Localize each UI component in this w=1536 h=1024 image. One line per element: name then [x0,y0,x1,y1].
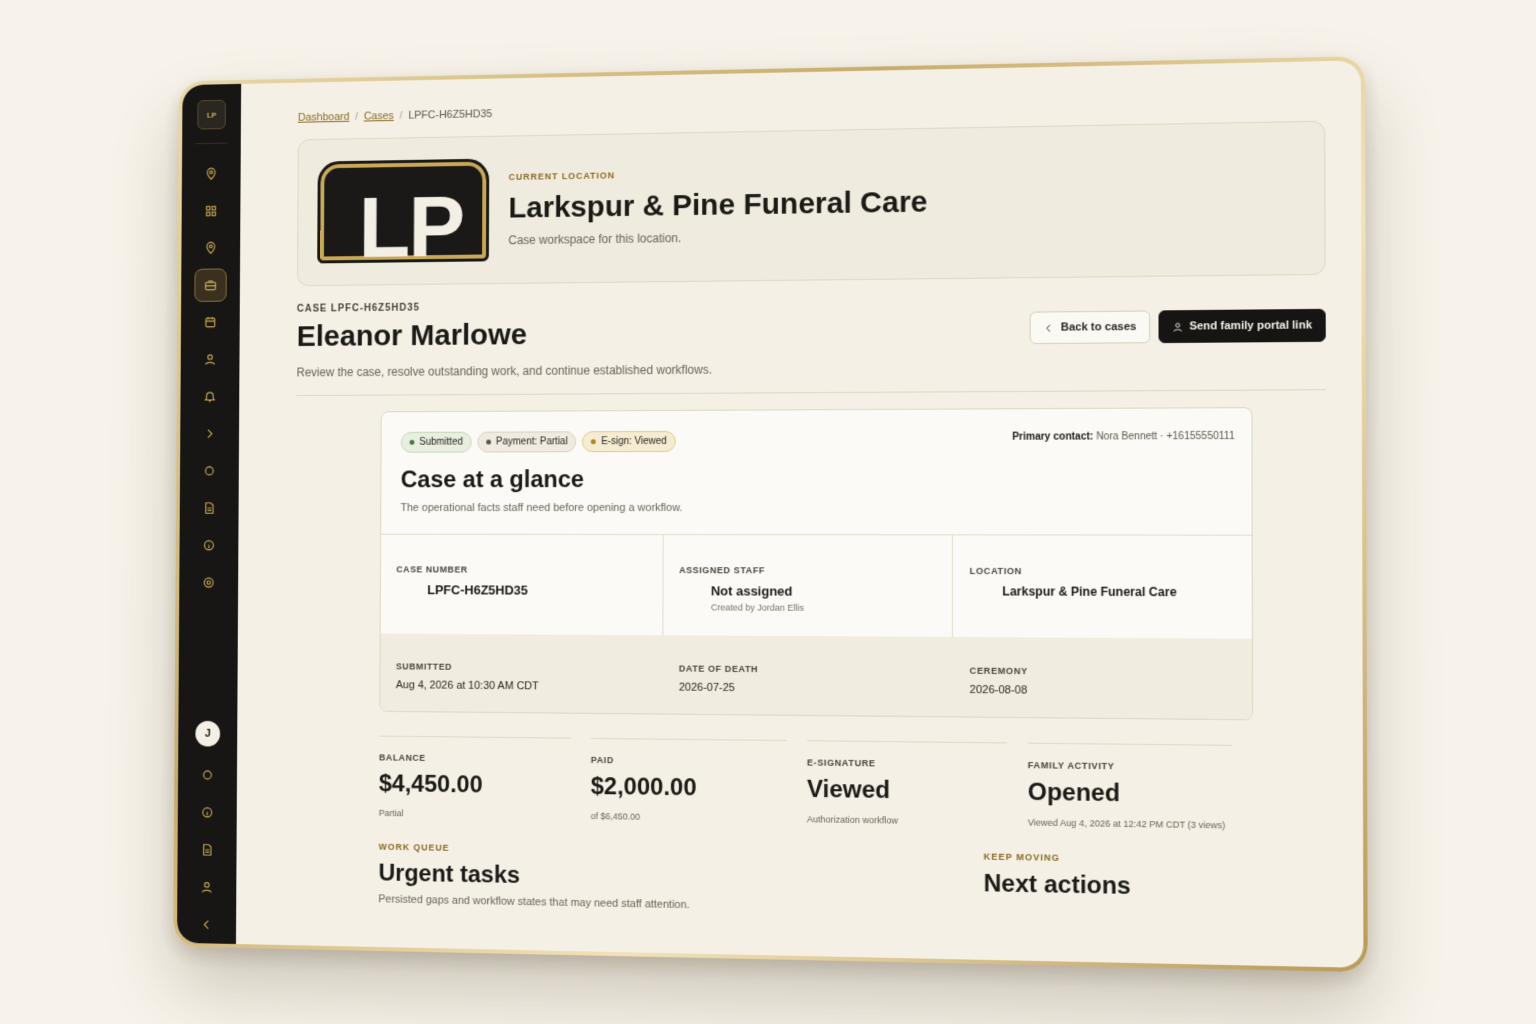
location-card: LP CURRENT LOCATION Larkspur & Pine Fune… [297,120,1326,287]
fact-case-number: CASE NUMBER LPFC-H6Z5HD35 [380,534,664,636]
user-icon[interactable] [191,870,224,904]
date-of-death: DATE OF DEATH 2026-07-25 [678,663,759,695]
breadcrumb: Dashboard / Cases / LPFC-H6Z5HD35 [298,92,1325,124]
case-header: CASE LPFC-H6Z5HD35 Eleanor Marlowe Revie… [296,293,1326,397]
breadcrumb-separator: / [399,109,403,122]
chevron-left-icon[interactable] [190,908,223,942]
date-ceremony: CEREMONY 2026-08-08 [969,665,1028,697]
location-name: Larkspur & Pine Funeral Care [508,185,928,225]
breadcrumb-current: LPFC-H6Z5HD35 [408,108,493,122]
user-icon [1172,321,1183,332]
case-description: Review the case, resolve outstanding wor… [296,362,712,380]
briefcase-icon[interactable] [194,268,227,302]
app-logo[interactable]: LP [197,99,226,130]
user-icon[interactable] [194,343,226,376]
chevron-left-icon [1043,322,1054,333]
breadcrumb-cases[interactable]: Cases [364,110,394,122]
send-family-portal-link-button[interactable]: Send family portal link [1158,308,1326,344]
location-eyebrow: CURRENT LOCATION [508,170,616,182]
financial-stats: BALANCE $4,450.00 Partial PAID $2,000.00… [378,735,1254,831]
stat-family-activity: FAMILY ACTIVITY Opened Viewed Aug 4, 202… [1027,742,1233,831]
page-title: Eleanor Marlowe [296,318,528,353]
circle-icon[interactable] [191,758,224,792]
work-queue-section: WORK QUEUE Urgent tasks Persisted gaps a… [378,841,690,912]
date-submitted: SUBMITTED Aug 4, 2026 at 10:30 AM CDT [395,661,539,693]
glance-title: Case at a glance [400,466,585,494]
dashboard-grid-icon[interactable] [195,194,227,228]
send-family-portal-link-label: Send family portal link [1189,319,1313,333]
bell-icon[interactable] [194,380,226,413]
chevron-right-icon[interactable] [193,417,225,450]
info-icon[interactable] [191,795,224,829]
next-actions-section: KEEP MOVING Next actions [984,851,1254,922]
breadcrumb-separator: / [355,110,359,123]
location-logo-letters: LP [358,176,464,264]
stat-paid: PAID $2,000.00 of $6,450.00 [590,737,787,824]
case-facts: CASE NUMBER LPFC-H6Z5HD35 ASSIGNED STAFF… [380,533,1252,639]
glance-subtitle: The operational facts staff need before … [400,501,683,515]
info-icon[interactable] [193,529,225,562]
status-badge-submitted: Submitted [400,431,472,453]
case-actions: Back to cases Send family portal link [1029,308,1326,345]
calendar-icon[interactable] [194,306,226,339]
location-logo: LP [317,158,490,264]
tablet-frame: LP J Dashboard / Cases / LPFC-H6Z5HD35 L… [173,56,1368,973]
back-to-cases-button[interactable]: Back to cases [1029,310,1150,345]
bottom-sections: WORK QUEUE Urgent tasks Persisted gaps a… [378,842,1253,922]
status-badge-esign: E-sign: Viewed [582,430,676,453]
location-subtitle: Case workspace for this location. [508,231,682,248]
primary-contact: Primary contact: Nora Bennett · +1615555… [1012,430,1235,443]
stat-balance: BALANCE $4,450.00 Partial [378,735,572,821]
case-dates: SUBMITTED Aug 4, 2026 at 10:30 AM CDT DA… [380,633,1252,720]
work-queue-title: Urgent tasks [378,859,521,889]
stat-esignature: E-SIGNATURE Viewed Authorization workflo… [806,740,1008,828]
sidebar-divider [195,142,228,145]
case-id-label: CASE LPFC-H6Z5HD35 [296,302,420,315]
case-at-a-glance-card: Submitted Payment: Partial E-sign: Viewe… [379,407,1254,721]
fact-location: LOCATION Larkspur & Pine Funeral Care [969,565,1177,600]
settings-icon[interactable] [192,566,224,599]
document-icon[interactable] [191,833,224,867]
circle-icon[interactable] [193,454,225,487]
app-screen: LP J Dashboard / Cases / LPFC-H6Z5HD35 L… [176,60,1364,968]
work-queue-subtitle: Persisted gaps and workflow states that … [378,893,690,912]
main-content: Dashboard / Cases / LPFC-H6Z5HD35 LP CUR… [236,60,1363,967]
next-actions-title: Next actions [983,869,1131,901]
status-badge-payment: Payment: Partial [477,431,577,453]
sidebar: LP J [176,83,242,945]
location-pin-icon[interactable] [195,157,227,191]
fact-assigned-staff: ASSIGNED STAFF Not assigned Created by J… [663,535,954,637]
user-avatar[interactable]: J [195,720,221,747]
breadcrumb-dashboard[interactable]: Dashboard [298,111,350,124]
document-icon[interactable] [193,491,225,524]
map-pin-icon[interactable] [195,231,227,265]
back-to-cases-label: Back to cases [1060,320,1137,334]
